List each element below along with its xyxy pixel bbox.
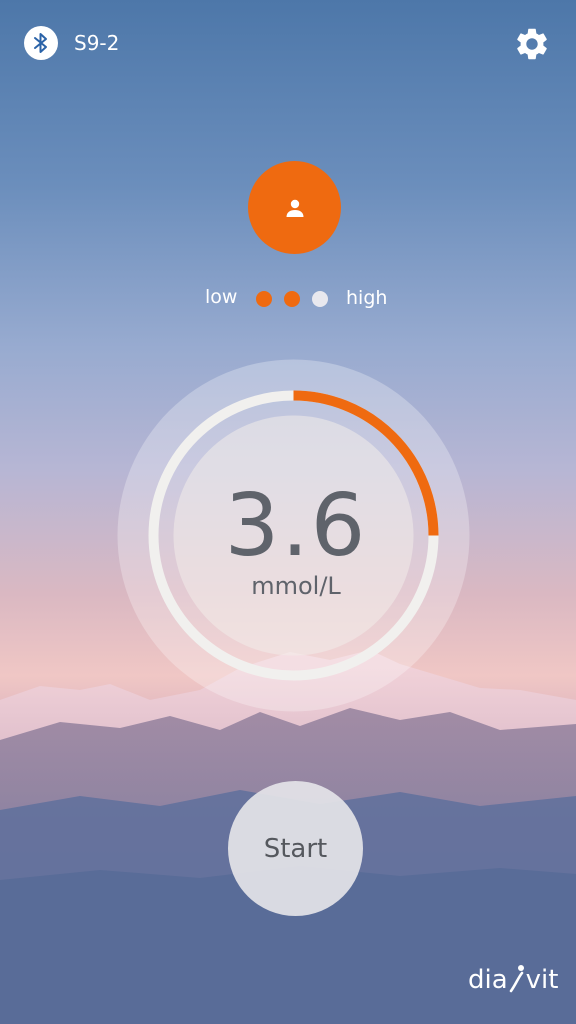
level-high-label: high (346, 287, 388, 309)
profile-button[interactable] (248, 161, 341, 254)
level-low-label: low (205, 286, 238, 308)
bluetooth-button[interactable] (24, 26, 58, 60)
start-button[interactable]: Start (228, 781, 363, 916)
brand-text-right: vit (525, 965, 559, 995)
settings-button[interactable] (513, 25, 551, 63)
level-dot-2 (284, 291, 300, 307)
bluetooth-icon (34, 33, 47, 53)
brand-logo: dia vit (468, 964, 558, 995)
level-dot-1 (256, 291, 272, 307)
reading-value: 3.6 (224, 476, 368, 576)
gear-icon (517, 28, 547, 60)
top-bar: S9-2 (0, 0, 576, 88)
reading-display: 3.6 mmol/L (176, 480, 416, 600)
reading-unit: mmol/L (251, 572, 341, 600)
level-dot-3 (312, 291, 328, 307)
brand-text-left: dia (468, 965, 508, 995)
runner-logo-icon (509, 965, 524, 993)
person-icon (286, 199, 303, 217)
device-name: S9-2 (74, 31, 120, 55)
level-indicator: low high (0, 282, 576, 314)
